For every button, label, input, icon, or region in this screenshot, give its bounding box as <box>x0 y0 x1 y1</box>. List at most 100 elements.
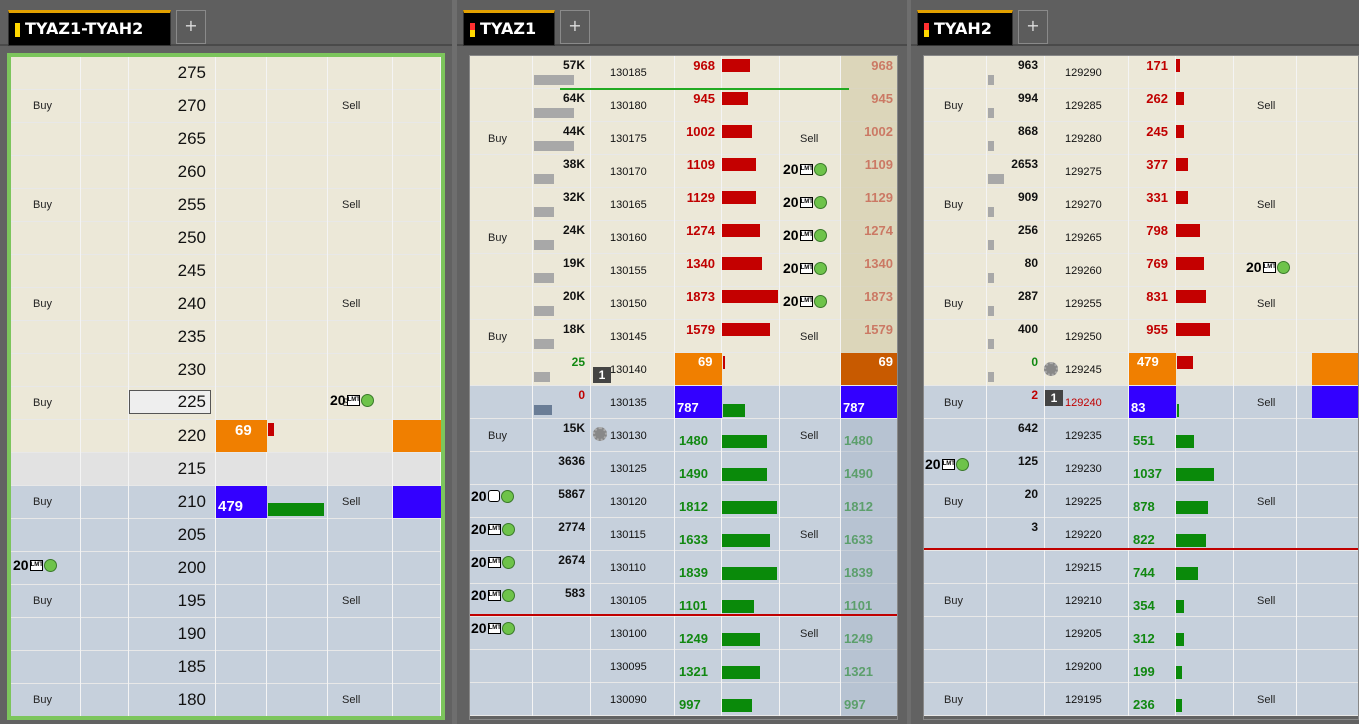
ladder-cell[interactable] <box>1297 254 1358 287</box>
ladder-cell[interactable] <box>780 386 841 419</box>
sell-button[interactable]: Sell <box>1257 496 1275 508</box>
ladder-cell[interactable] <box>328 354 393 387</box>
price-level[interactable]: 235 <box>178 327 206 347</box>
ladder-cell[interactable] <box>470 452 533 485</box>
ladder-cell[interactable] <box>11 420 81 453</box>
ladder-cell[interactable] <box>780 89 841 122</box>
ladder-cell[interactable] <box>393 288 441 321</box>
ladder-cell[interactable] <box>267 651 328 684</box>
price-level[interactable]: 130120 <box>610 496 647 508</box>
working-order[interactable]: 20 <box>471 488 514 504</box>
ladder-cell[interactable] <box>216 354 267 387</box>
price-level[interactable]: 195 <box>178 591 206 611</box>
ladder-cell[interactable] <box>393 453 441 486</box>
ladder-cell[interactable] <box>11 519 81 552</box>
ladder-cell[interactable] <box>328 57 393 90</box>
price-level[interactable]: 130185 <box>610 67 647 79</box>
price-level[interactable]: 220 <box>178 426 206 446</box>
price-level[interactable]: 130095 <box>610 661 647 673</box>
working-order[interactable]: 20 LMT <box>783 227 827 243</box>
price-level[interactable]: 205 <box>178 525 206 545</box>
ladder-cell[interactable] <box>393 90 441 123</box>
ladder-cell[interactable] <box>1297 452 1358 485</box>
tab-tyah2[interactable]: TYAH2 <box>917 10 1013 46</box>
working-order[interactable]: 20 LMT <box>330 392 374 408</box>
ladder-cell[interactable] <box>81 123 129 156</box>
ladder-cell[interactable] <box>328 684 393 716</box>
ladder-cell[interactable] <box>1176 584 1234 617</box>
ladder-cell[interactable] <box>216 90 267 123</box>
ladder-cell[interactable] <box>924 320 987 353</box>
ladder-cell[interactable] <box>987 683 1045 716</box>
price-level[interactable]: 129230 <box>1065 463 1102 475</box>
buy-button[interactable]: Buy <box>488 232 507 244</box>
buy-button[interactable]: Buy <box>488 430 507 442</box>
price-level[interactable]: 250 <box>178 228 206 248</box>
price-level[interactable]: 130100 <box>610 628 647 640</box>
ladder-cell[interactable] <box>267 420 328 453</box>
sell-button[interactable]: Sell <box>1257 694 1275 706</box>
ladder-cell[interactable] <box>1297 485 1358 518</box>
price-level[interactable]: 130160 <box>610 232 647 244</box>
price-level[interactable]: 129255 <box>1065 298 1102 310</box>
ladder-cell[interactable] <box>267 387 328 420</box>
working-order[interactable]: 20 LMT <box>471 554 515 570</box>
ladder-cell[interactable] <box>328 453 393 486</box>
working-order[interactable]: 20 LMT <box>471 620 515 636</box>
price-level[interactable]: 270 <box>178 96 206 116</box>
price-level[interactable]: 130115 <box>610 529 646 541</box>
price-level[interactable]: 129205 <box>1065 628 1102 640</box>
ladder-cell[interactable] <box>267 222 328 255</box>
buy-button[interactable]: Buy <box>944 595 963 607</box>
buy-button[interactable]: Buy <box>33 298 52 310</box>
ladder-cell[interactable] <box>1234 320 1297 353</box>
ladder-cell[interactable] <box>216 255 267 288</box>
ladder-cell[interactable] <box>328 189 393 222</box>
ladder-cell[interactable] <box>924 56 987 89</box>
ladder-cell[interactable] <box>81 354 129 387</box>
ladder-cell[interactable] <box>267 321 328 354</box>
price-level[interactable]: 129235 <box>1065 430 1102 442</box>
ladder-cell[interactable] <box>81 684 129 716</box>
ladder-cell[interactable] <box>1297 221 1358 254</box>
price-level[interactable]: 245 <box>178 261 206 281</box>
ladder-cell[interactable] <box>267 288 328 321</box>
ladder-cell[interactable] <box>1176 89 1234 122</box>
ladder-cell[interactable] <box>470 155 533 188</box>
ladder-cell[interactable] <box>470 287 533 320</box>
working-order[interactable]: 20 LMT <box>783 161 827 177</box>
sell-button[interactable]: Sell <box>800 133 818 145</box>
ladder-cell[interactable] <box>1297 584 1358 617</box>
price-level[interactable]: 230 <box>178 360 206 380</box>
ladder-cell[interactable] <box>780 650 841 683</box>
ladder-cell[interactable] <box>1234 650 1297 683</box>
ladder-cell[interactable] <box>81 618 129 651</box>
price-level[interactable]: 240 <box>178 294 206 314</box>
sell-button[interactable]: Sell <box>800 430 818 442</box>
ladder-cell[interactable] <box>11 255 81 288</box>
ladder-cell[interactable] <box>81 222 129 255</box>
ladder-cell[interactable] <box>393 255 441 288</box>
price-level[interactable]: 129245 <box>1065 364 1102 376</box>
price-level[interactable]: 130105 <box>610 595 647 607</box>
price-level[interactable]: 129200 <box>1065 661 1102 673</box>
ladder-cell[interactable] <box>780 584 841 617</box>
ladder-cell[interactable] <box>924 419 987 452</box>
price-level[interactable]: 129240 <box>1065 397 1102 409</box>
ladder-cell[interactable] <box>393 189 441 222</box>
price-level[interactable]: 129215 <box>1065 562 1102 574</box>
ladder-cell[interactable] <box>216 387 267 420</box>
ladder-cell[interactable] <box>1176 617 1234 650</box>
price-level[interactable]: 215 <box>178 459 206 479</box>
ladder-cell[interactable] <box>924 353 987 386</box>
ladder-cell[interactable] <box>328 156 393 189</box>
add-tab-button[interactable]: + <box>560 10 590 44</box>
ladder-cell[interactable] <box>1297 122 1358 155</box>
ladder-cell[interactable] <box>267 552 328 585</box>
price-level[interactable]: 129195 <box>1065 694 1102 706</box>
sell-button[interactable]: Sell <box>1257 199 1275 211</box>
ladder-cell[interactable] <box>216 123 267 156</box>
ladder-cell[interactable] <box>267 255 328 288</box>
ladder-cell[interactable] <box>216 618 267 651</box>
price-level[interactable]: 129260 <box>1065 265 1102 277</box>
